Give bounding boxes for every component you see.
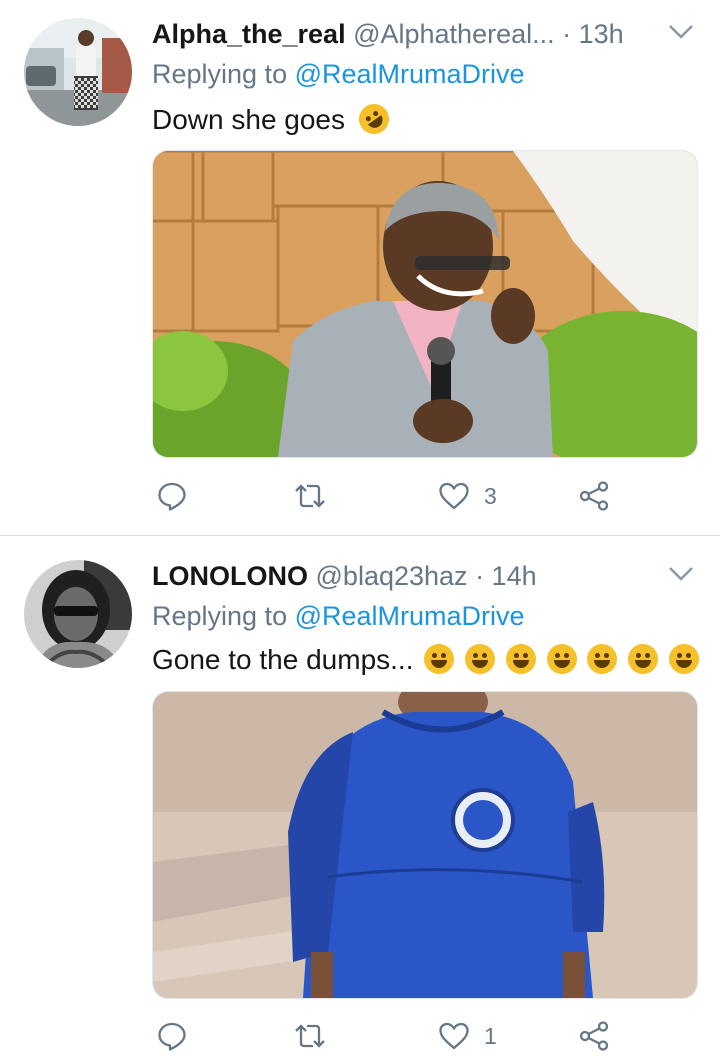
replying-label: Replying to [152, 59, 288, 89]
reply-button[interactable] [157, 476, 201, 516]
tweet-actions: 1 [152, 1016, 696, 1056]
avatar[interactable] [24, 18, 132, 126]
mention-link[interactable]: @RealMrumaDrive [295, 59, 525, 89]
share-icon [579, 1021, 609, 1051]
share-button[interactable] [578, 476, 610, 516]
tweet-header: Alpha_the_real @Alphathereal... · 13h [152, 14, 624, 54]
share-icon [579, 481, 609, 511]
user-handle[interactable]: @blaq23haz [316, 561, 468, 591]
timestamp[interactable]: · 14h [475, 561, 537, 591]
grinning-sweat-icon [546, 644, 577, 674]
tweet-actions: 3 [152, 476, 696, 516]
heart-icon [439, 482, 469, 510]
display-name[interactable]: Alpha_the_real [152, 19, 346, 49]
timestamp[interactable]: · 13h [562, 19, 624, 49]
tweet[interactable]: LONOLONO @blaq23haz · 14h Replying to @R… [0, 536, 720, 1061]
like-count: 3 [484, 482, 497, 509]
reply-icon [158, 1022, 186, 1051]
tweet-header: LONOLONO @blaq23haz · 14h [152, 556, 537, 596]
replying-label: Replying to [152, 601, 288, 631]
avatar[interactable] [24, 560, 132, 668]
tweet-text: Gone to the dumps... [152, 640, 699, 680]
retweet-button[interactable] [293, 1016, 341, 1056]
heart-icon [439, 1022, 469, 1050]
grinning-sweat-icon [587, 644, 618, 674]
retweet-icon [295, 1024, 325, 1048]
like-button[interactable]: 3 [438, 476, 497, 516]
share-button[interactable] [578, 1016, 610, 1056]
chevron-down-icon[interactable] [668, 566, 694, 582]
reply-icon [158, 482, 186, 511]
tweet-text: Down she goes [152, 98, 395, 140]
like-count: 1 [484, 1022, 497, 1049]
grinning-sweat-icon [465, 644, 496, 674]
tweet-image[interactable] [152, 691, 698, 999]
like-button[interactable]: 1 [438, 1016, 497, 1056]
replying-to: Replying to @RealMrumaDrive [152, 598, 525, 634]
retweet-icon [295, 484, 325, 508]
reply-button[interactable] [157, 1016, 201, 1056]
grinning-sweat-icon [424, 644, 455, 674]
tweet[interactable]: Alpha_the_real @Alphathereal... · 13h Re… [0, 0, 720, 535]
chevron-down-icon[interactable] [668, 24, 694, 40]
grinning-sweat-icon [628, 644, 659, 674]
display-name[interactable]: LONOLONO [152, 561, 308, 591]
tweet-body: Down she goes [152, 104, 346, 135]
rolling-on-floor-laughing-icon [352, 98, 395, 140]
grinning-sweat-icon [505, 644, 536, 674]
mention-link[interactable]: @RealMrumaDrive [295, 601, 525, 631]
tweet-image[interactable] [152, 150, 698, 458]
tweet-body: Gone to the dumps... [152, 644, 414, 675]
hand-over-mouth-icon [668, 644, 699, 674]
user-handle[interactable]: @Alphathereal... [353, 19, 555, 49]
retweet-button[interactable] [293, 476, 341, 516]
replying-to: Replying to @RealMrumaDrive [152, 56, 525, 92]
